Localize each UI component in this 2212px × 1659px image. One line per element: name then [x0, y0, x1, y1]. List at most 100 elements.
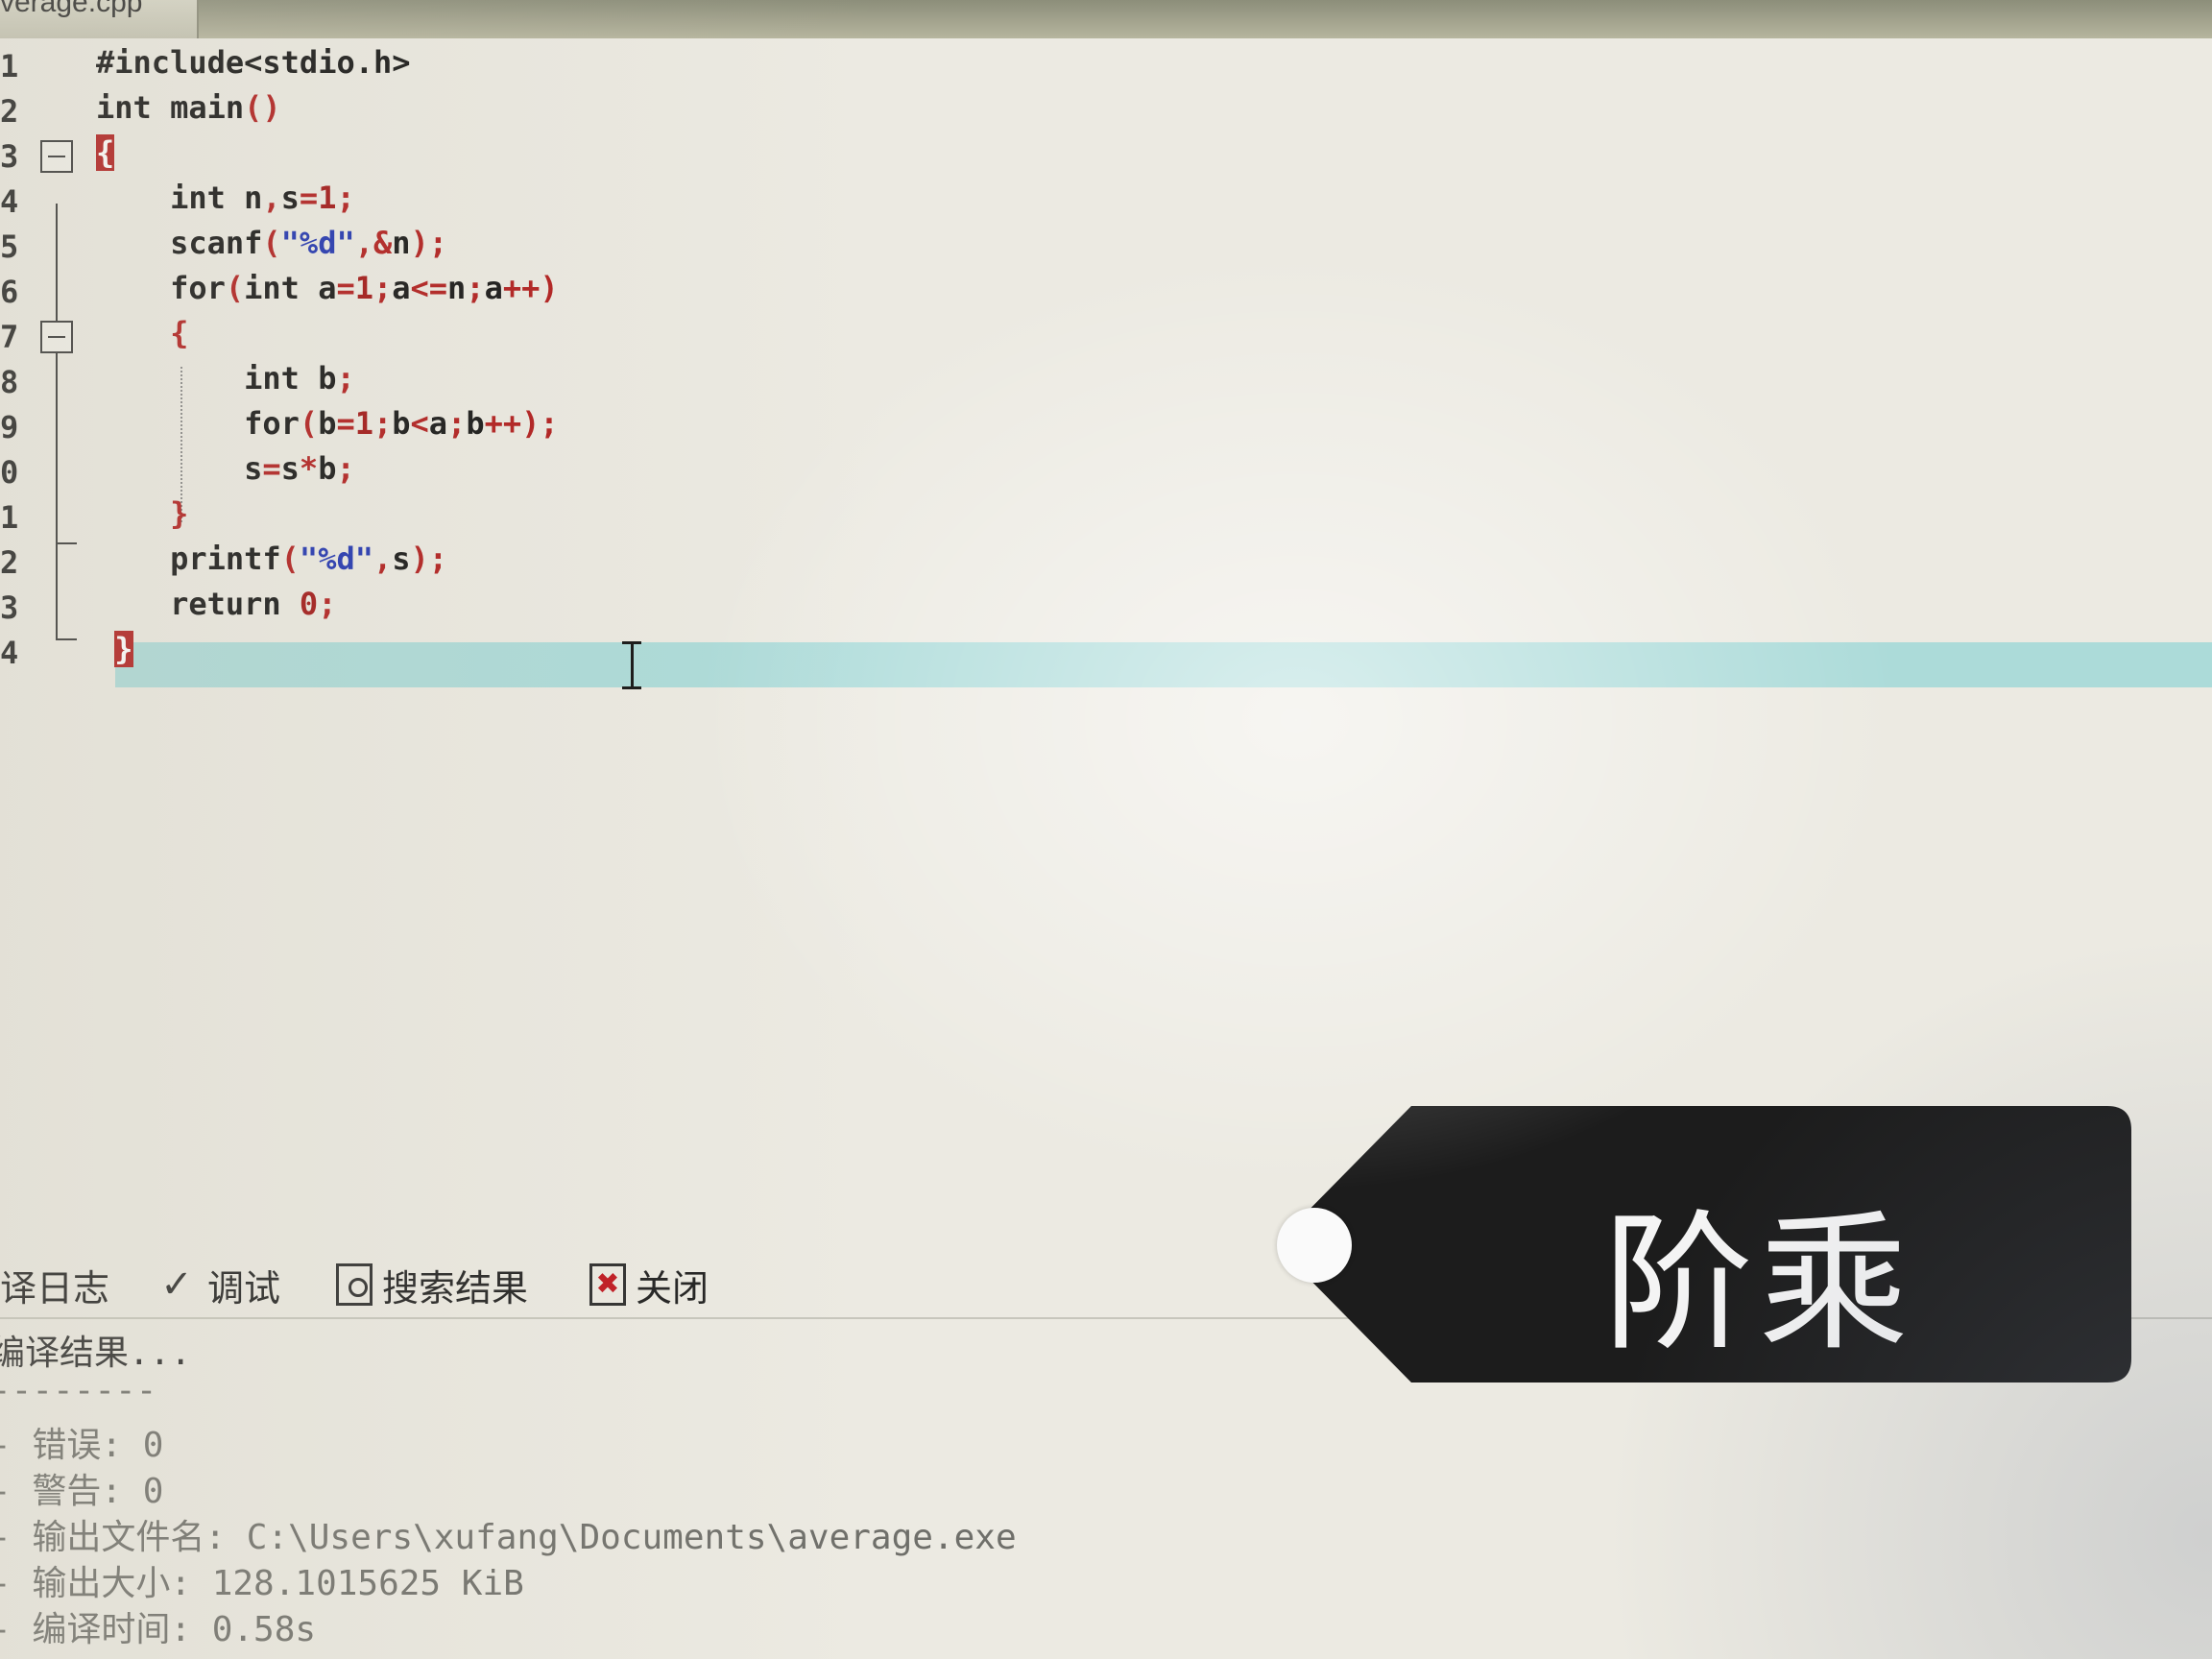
code-line[interactable]: int n,s=1;	[96, 176, 355, 221]
code-token: (	[280, 541, 300, 577]
code-token: 1	[354, 405, 373, 442]
tab-close-label: 关闭	[636, 1266, 709, 1310]
fold-collapse-icon[interactable]	[40, 140, 73, 173]
code-token: return	[96, 586, 300, 622]
tab-search-results[interactable]: 搜索结果	[336, 1258, 528, 1311]
gutter-line: 9	[0, 401, 96, 446]
code-token: a	[484, 270, 503, 306]
code-token: (	[262, 225, 281, 261]
code-token: n	[392, 225, 411, 261]
code-line[interactable]: int main()	[96, 85, 281, 131]
code-token: "%d"	[280, 225, 355, 261]
code-token: b	[392, 405, 411, 442]
code-token: <	[410, 405, 429, 442]
code-line[interactable]: }	[96, 627, 133, 672]
search-icon	[336, 1263, 373, 1306]
line-number-gutter: 1 2 3 4 5 6 7 8 9 0 1 2 3 4	[0, 40, 96, 693]
code-token: }	[96, 495, 189, 532]
code-token: b	[318, 450, 337, 487]
code-line[interactable]: printf("%d",s);	[96, 537, 447, 582]
log-header: 编译结果...	[0, 1334, 192, 1373]
code-token: n	[447, 270, 467, 306]
code-line[interactable]: #include<stdio.h>	[96, 40, 411, 85]
code-token: printf	[96, 541, 281, 577]
code-token: #include<stdio.h>	[96, 44, 411, 81]
code-token: =	[299, 180, 319, 216]
tab-compile-log-label: 译日志	[0, 1266, 110, 1310]
code-token: ,	[373, 541, 393, 577]
code-token: ++)	[502, 270, 559, 306]
code-token: int a	[244, 270, 337, 306]
code-token: for	[96, 405, 300, 442]
code-token: a	[392, 270, 411, 306]
code-line[interactable]: {	[96, 311, 188, 356]
gutter-line: 2	[0, 537, 96, 582]
code-token: );	[410, 541, 448, 577]
code-token: {	[96, 134, 115, 171]
code-token: "%d"	[299, 541, 373, 577]
code-editor[interactable]: 1 2 3 4 5 6 7 8 9 0 1 2 3 4 #include<stdio.h> int main…	[0, 40, 2212, 1231]
caption-label: 阶乘	[1603, 1196, 1914, 1371]
code-token: ;	[336, 180, 355, 216]
code-token: }	[114, 631, 133, 667]
code-token: ;	[466, 270, 485, 306]
code-token: );	[410, 225, 448, 261]
code-token: s	[280, 180, 300, 216]
code-token: =	[336, 405, 355, 442]
code-token: b	[318, 405, 337, 442]
code-token: s	[96, 450, 263, 487]
fold-collapse-icon[interactable]	[40, 321, 73, 353]
code-token: ;	[336, 360, 355, 397]
code-token: ()	[244, 89, 281, 126]
line-number: 1	[0, 48, 19, 84]
line-number: 3	[0, 589, 19, 626]
log-errors: - 错误: 0	[0, 1426, 164, 1465]
gutter-line: 5	[0, 221, 96, 266]
line-number: 7	[0, 319, 19, 355]
gutter-line: 1	[0, 40, 96, 85]
tab-compile-log[interactable]: 译日志	[0, 1258, 109, 1311]
code-token: 0	[299, 586, 319, 622]
code-token: ;	[336, 450, 355, 487]
code-token: b	[466, 405, 485, 442]
code-token: a	[428, 405, 448, 442]
file-tab[interactable]: verage.cpp	[0, 0, 199, 38]
code-line[interactable]: {	[96, 131, 115, 176]
log-compile-time: - 编译时间: 0.58s	[0, 1610, 317, 1649]
code-token: scanf	[96, 225, 263, 261]
line-number: 3	[0, 138, 19, 175]
editor-tab-strip: verage.cpp	[0, 0, 2212, 38]
check-icon: ✓	[160, 1262, 193, 1307]
code-line[interactable]: s=s*b;	[96, 446, 355, 492]
code-line[interactable]: }	[96, 492, 188, 537]
tab-close[interactable]: ✖ 关闭	[589, 1258, 709, 1311]
gutter-line: 4	[0, 627, 96, 672]
log-separator: --------	[0, 1371, 157, 1410]
gutter-line: 2	[0, 85, 96, 131]
code-token: 1	[354, 270, 373, 306]
code-line[interactable]: scanf("%d",&n);	[96, 221, 447, 266]
code-text-area[interactable]: #include<stdio.h> int main(){ int n,s=1; …	[96, 40, 2212, 712]
code-line[interactable]: return 0;	[96, 582, 336, 627]
code-line[interactable]: int b;	[96, 356, 355, 401]
line-number: 0	[0, 454, 19, 491]
gutter-line: 1	[0, 492, 96, 537]
code-token: ;	[373, 405, 393, 442]
code-line[interactable]: for(b=1;b<a;b++);	[96, 401, 559, 446]
code-line[interactable]: for(int a=1;a<=n;a++)	[96, 266, 559, 311]
code-token: s	[392, 541, 411, 577]
tab-search-results-label: 搜索结果	[382, 1266, 529, 1310]
gutter-line: 6	[0, 266, 96, 311]
gutter-line: 4	[0, 176, 96, 221]
gutter-line: 3	[0, 131, 96, 176]
video-caption-overlay: 阶乘	[1277, 1106, 2131, 1382]
code-token: s	[280, 450, 300, 487]
line-number: 8	[0, 364, 19, 400]
code-token: (	[225, 270, 245, 306]
code-token: 1	[318, 180, 337, 216]
gutter-line: 3	[0, 582, 96, 627]
tab-debug[interactable]: ✓ 调试	[156, 1258, 280, 1311]
log-warnings: - 警告: 0	[0, 1472, 164, 1511]
gutter-line: 8	[0, 356, 96, 401]
